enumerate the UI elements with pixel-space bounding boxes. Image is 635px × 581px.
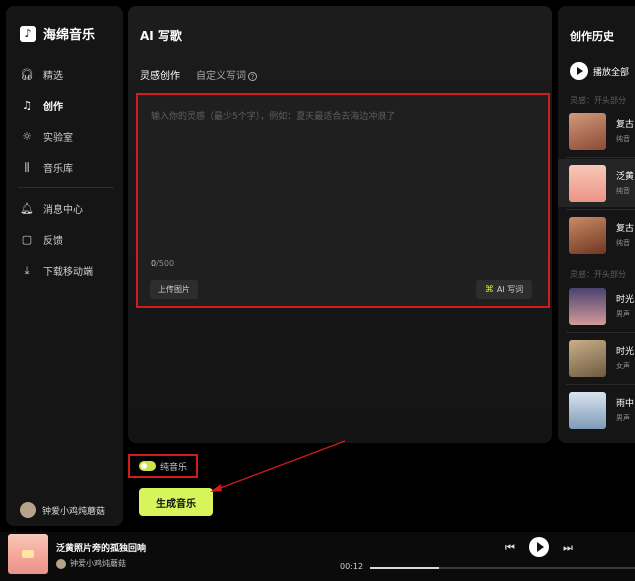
history-item[interactable]: 时光 男声 <box>558 282 635 330</box>
player-bar: 泛黄照片旁的孤独回响 钟爱小鸡炖蘑菇 ⏮︎ ⏭︎ 00:12 <box>0 532 635 581</box>
sidebar-item-download[interactable]: ⤓ 下载移动端 <box>20 263 93 279</box>
user-profile[interactable]: 钟爱小鸡炖蘑菇 <box>20 502 105 518</box>
sidebar-item-library[interactable]: ⫼ 音乐库 <box>20 160 73 176</box>
app-logo[interactable]: ♪ 海绵音乐 <box>20 24 95 43</box>
char-count-max: /500 <box>156 259 175 268</box>
sidebar-item-label: 实验室 <box>43 133 73 144</box>
sidebar-item-featured[interactable]: 🎧︎ 精选 <box>20 67 63 82</box>
bell-icon: 🔔︎ <box>20 202 34 215</box>
play-all-label: 播放全部 <box>593 67 630 78</box>
now-playing-cover[interactable] <box>8 534 48 574</box>
tab-label: 自定义写词 <box>196 71 246 82</box>
elapsed-time: 00:12 <box>340 562 364 571</box>
track-name: 时光 <box>616 295 635 305</box>
track-style: 纯音 <box>616 239 630 247</box>
now-playing-title[interactable]: 泛黄照片旁的孤独回响 <box>56 541 146 554</box>
play-icon <box>570 62 588 80</box>
history-divider <box>566 209 635 210</box>
ai-lyrics-label: AI 写词 <box>496 285 524 294</box>
sidebar-item-label: 精选 <box>43 71 63 82</box>
history-item[interactable]: 复古 纯音 <box>558 211 635 259</box>
library-icon: ⫼ <box>24 160 30 174</box>
pure-music-option: 纯音乐 <box>128 454 198 478</box>
history-item[interactable]: 泛黄 纯音 <box>558 159 635 207</box>
next-icon[interactable]: ⏭︎ <box>563 541 573 555</box>
track-style: 纯音 <box>616 135 630 143</box>
sidebar-divider <box>18 187 114 188</box>
sidebar-item-create[interactable]: ♫ 创作 <box>20 98 63 113</box>
sidebar-item-label: 下载移动端 <box>43 267 93 278</box>
pure-music-label: 纯音乐 <box>160 462 188 473</box>
track-cover <box>569 288 606 325</box>
sidebar-item-feedback[interactable]: ▢ 反馈 <box>20 232 63 247</box>
sidebar-item-label: 创作 <box>43 102 63 113</box>
track-name: 复古 <box>616 120 635 130</box>
sidebar-item-label: 音乐库 <box>43 164 73 175</box>
app-name: 海绵音乐 <box>43 28 96 43</box>
history-item[interactable]: 时光 女声 <box>558 334 635 382</box>
history-divider <box>566 157 635 158</box>
track-name: 雨中 <box>616 399 635 409</box>
play-pause-button[interactable] <box>529 537 549 557</box>
history-panel: 创作历史 播放全部 灵感：开头部分 复古 纯音 泛黄 纯音 复古 纯音 灵感：开… <box>558 6 635 443</box>
progress-bar[interactable] <box>370 567 635 569</box>
avatar <box>20 502 36 518</box>
feedback-icon: ▢ <box>21 233 33 246</box>
sidebar-item-label: 反馈 <box>43 236 63 247</box>
generate-music-button[interactable]: 生成音乐 <box>139 488 213 516</box>
help-icon[interactable]: ? <box>248 72 257 81</box>
logo-icon: ♪ <box>20 25 36 42</box>
track-style: 女声 <box>616 362 630 370</box>
history-title: 创作历史 <box>570 30 614 43</box>
history-item[interactable]: 雨中 男声 <box>558 386 635 434</box>
tab-custom-lyrics[interactable]: 自定义写词? <box>196 67 257 82</box>
history-divider <box>566 332 635 333</box>
headphones-icon: 🎧︎ <box>20 68 34 81</box>
ai-lyrics-button[interactable]: ⌘ AI 写词 <box>476 280 532 299</box>
sidebar-item-label: 消息中心 <box>43 205 83 216</box>
progress-fill <box>370 567 439 569</box>
history-item[interactable]: 复古 纯音 <box>558 107 635 155</box>
sparkle-icon: ⌘ <box>484 284 494 295</box>
play-all-button[interactable]: 播放全部 <box>570 62 629 80</box>
textarea-placeholder: 输入你的灵感（最少5个字），例如：夏天最适合去海边冲浪了 <box>151 112 396 122</box>
history-group-label: 灵感：开头部分 <box>570 96 626 105</box>
track-cover <box>569 217 606 254</box>
track-style: 男声 <box>616 310 630 318</box>
history-divider <box>566 384 635 385</box>
track-name: 泛黄 <box>616 172 635 182</box>
track-cover <box>569 165 606 202</box>
artist-name: 钟爱小鸡炖蘑菇 <box>70 559 126 568</box>
avatar <box>56 558 66 569</box>
track-cover <box>569 340 606 377</box>
sidebar-item-messages[interactable]: 🔔︎ 消息中心 <box>20 201 83 216</box>
now-playing-artist: 钟爱小鸡炖蘑菇 <box>56 558 126 569</box>
upload-image-button[interactable]: 上传图片 <box>150 280 198 299</box>
track-style: 纯音 <box>616 187 630 195</box>
music-note-icon: ♫ <box>22 99 32 112</box>
sidebar: ♪ 海绵音乐 🎧︎ 精选 ♫ 创作 ☼ 实验室 ⫼ 音乐库 🔔︎ 消息中心 ▢ … <box>6 6 123 526</box>
track-cover <box>569 392 606 429</box>
previous-icon[interactable]: ⏮︎ <box>505 541 515 555</box>
sun-icon: ☼ <box>22 130 32 143</box>
main-panel: AI 写歌 灵感创作 自定义写词? 输入你的灵感（最少5个字），例如：夏天最适合… <box>128 6 552 443</box>
user-name: 钟爱小鸡炖蘑菇 <box>42 506 106 517</box>
download-icon: ⤓ <box>24 263 30 277</box>
track-cover <box>569 113 606 150</box>
char-counter: 0/500 <box>151 259 174 268</box>
pure-music-toggle[interactable] <box>139 461 156 471</box>
inspiration-textarea[interactable]: 输入你的灵感（最少5个字），例如：夏天最适合去海边冲浪了 0/500 上传图片 … <box>136 93 550 308</box>
track-name: 时光 <box>616 347 635 357</box>
history-group-label: 灵感：开头部分 <box>570 270 626 279</box>
page-title: AI 写歌 <box>140 29 182 43</box>
track-style: 男声 <box>616 414 630 422</box>
sidebar-item-lab[interactable]: ☼ 实验室 <box>20 129 73 144</box>
track-name: 复古 <box>616 224 635 234</box>
tab-inspiration[interactable]: 灵感创作 <box>140 67 180 82</box>
